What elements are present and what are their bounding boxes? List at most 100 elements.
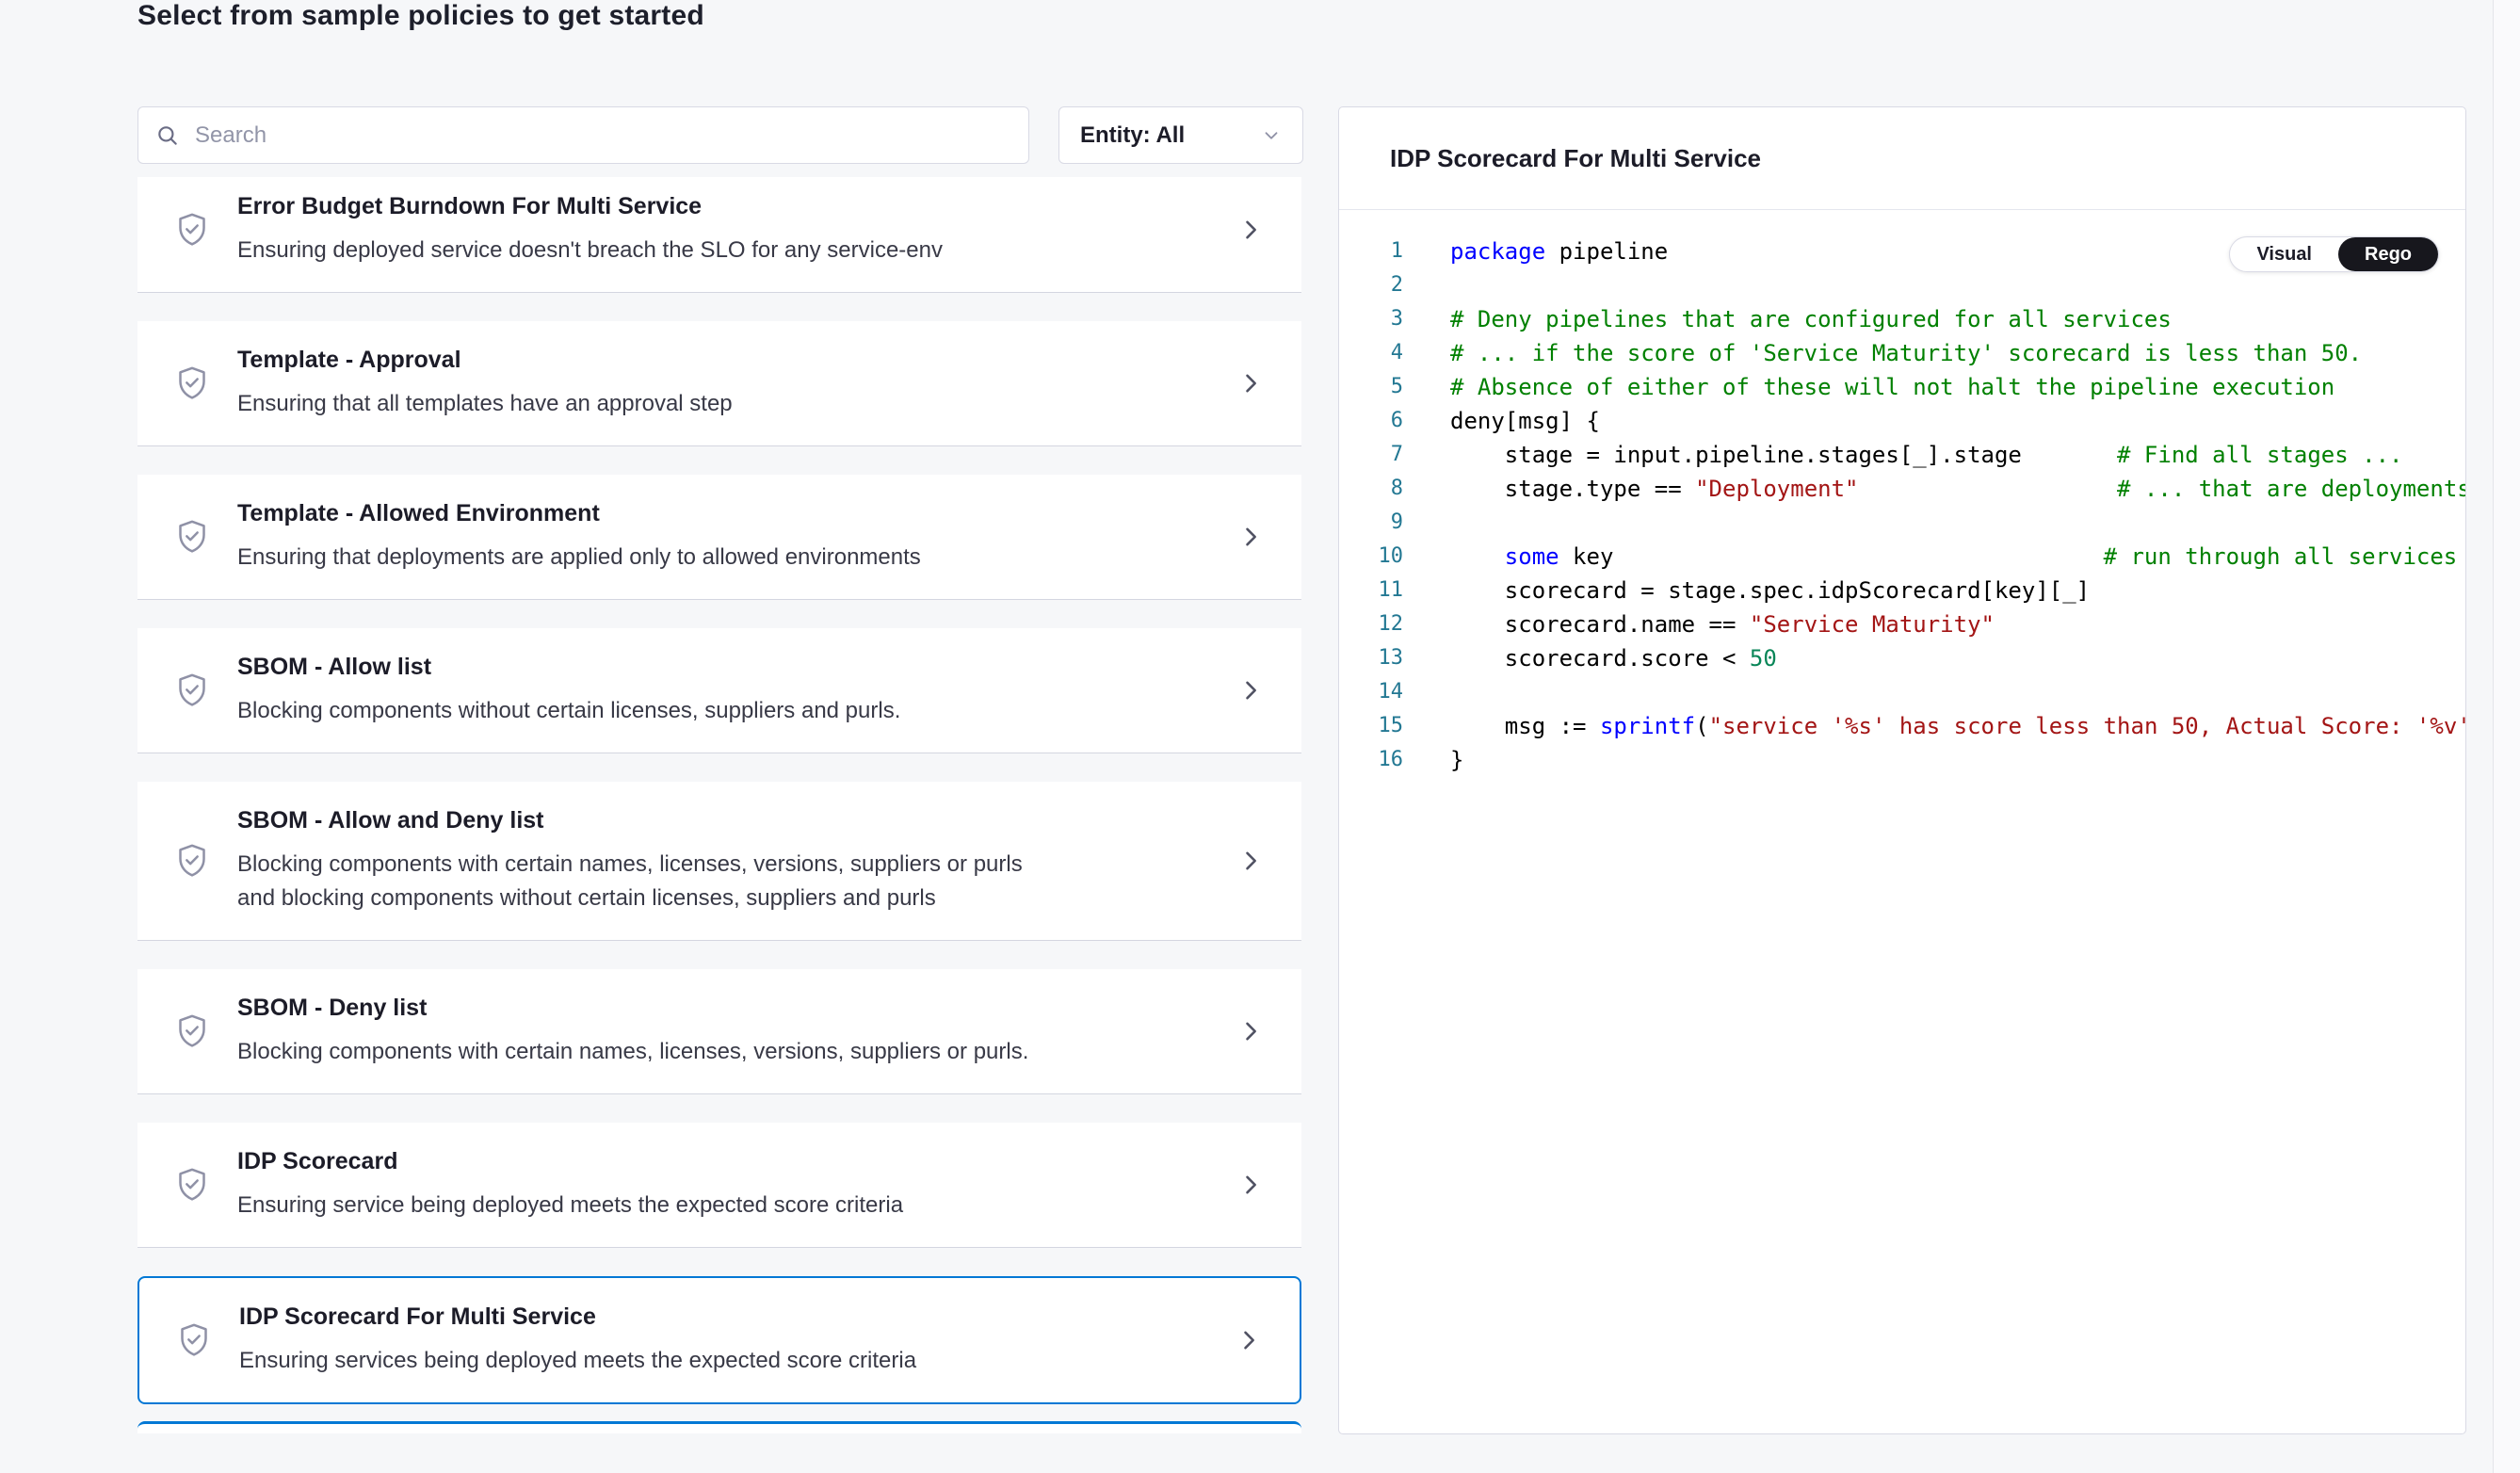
policy-description: Blocking components with certain names, … [237,1035,1028,1069]
page-scrollbar[interactable] [2493,0,2520,1473]
policy-card[interactable]: SBOM - Deny list Blocking components wit… [137,969,1301,1094]
search-box[interactable] [137,106,1029,164]
line-number: 2 [1339,268,1403,302]
code-token-string: "service '%s' has score less than 50, Ac… [1709,713,2465,739]
code-token-plain: } [1450,747,1463,773]
shield-check-icon [173,1012,211,1051]
code-line: 6deny[msg] { [1339,404,2465,438]
code-token-plain: scorecard.score < [1450,645,1750,672]
shield-check-icon [175,1320,213,1360]
code-token-plain: key [1559,543,1614,570]
line-number: 13 [1339,641,1403,675]
code-token-keyword: sprintf [1600,713,1695,739]
code-token-keyword: package [1450,238,1545,265]
code-token-string: "Deployment" [1695,476,1858,502]
toggle-rego-button[interactable]: Rego [2338,237,2438,271]
policy-description: Ensuring deployed service doesn't breach… [237,234,943,267]
code-line: 7 stage = input.pipeline.stages[_].stage… [1339,438,2465,472]
policy-title: Template - Allowed Environment [237,499,921,527]
search-icon [155,123,180,148]
code-token-plain: stage = input.pipeline.stages[_].stage [1450,442,2022,468]
policy-card-text: SBOM - Allow and Deny list Blocking comp… [237,806,1047,915]
code-line-content: msg := sprintf("service '%s' has score l… [1403,709,2465,743]
shield-check-icon [173,517,211,557]
code-line-content [1403,268,1450,302]
code-token-comment: # ... that are deployments [2117,476,2465,502]
code-token-plain [1613,543,2103,570]
code-line-content: } [1403,743,1463,777]
chevron-right-icon [1236,1327,1262,1353]
code-line-content: # Absence of either of these will not ha… [1403,370,2334,404]
code-line: 14 [1339,675,2465,709]
code-line-content: # ... if the score of 'Service Maturity'… [1403,336,2362,370]
policy-description: Ensuring that deployments are applied on… [237,541,921,575]
policy-card[interactable]: Error Budget Burndown For Multi Service … [137,177,1301,293]
policy-list: Error Budget Burndown For Multi Service … [137,177,1301,1473]
code-lines: 1package pipeline23# Deny pipelines that… [1339,235,2465,777]
chevron-right-icon [1237,524,1264,550]
shield-check-icon [173,1165,211,1205]
code-line-content: some key # run through all services [1403,540,2457,574]
policy-card-text: IDP Scorecard Ensuring service being dep… [237,1147,903,1222]
code-token-comment: # Find all stages ... [2117,442,2402,468]
code-token-plain: msg := [1450,713,1600,739]
code-token-number: 50 [1750,645,1777,672]
policy-preview-panel: IDP Scorecard For Multi Service Visual R… [1338,106,2466,1434]
code-token-plain: scorecard.name == [1450,611,1750,638]
code-line: 8 stage.type == "Deployment" # ... that … [1339,472,2465,506]
code-token-comment: # Absence of either of these will not ha… [1450,374,2334,400]
chevron-right-icon [1237,1172,1264,1198]
code-token-plain: deny[msg] { [1450,408,1600,434]
line-number: 7 [1339,438,1403,472]
toggle-visual-button[interactable]: Visual [2230,237,2338,271]
policy-card[interactable]: Template - Approval Ensuring that all te… [137,321,1301,446]
code-line-content: scorecard.score < 50 [1403,641,1777,675]
shield-check-icon [173,841,211,881]
code-line: 5# Absence of either of these will not h… [1339,370,2465,404]
policy-card[interactable]: IDP Scorecard For Multi Service Ensuring… [137,1276,1301,1404]
code-token-plain: pipeline [1545,238,1668,265]
policy-card[interactable]: IDP Scorecard Ensuring service being dep… [137,1123,1301,1248]
entity-filter-label: Entity: All [1080,122,1185,149]
code-line-content: deny[msg] { [1403,404,1600,438]
policy-description: Ensuring that all templates have an appr… [237,387,733,421]
policy-card-text: IDP Scorecard For Multi Service Ensuring… [239,1303,916,1378]
entity-filter-dropdown[interactable]: Entity: All [1058,106,1303,164]
code-line-content: package pipeline [1403,235,1668,268]
code-line-content [1403,675,1450,709]
policy-title: Template - Approval [237,346,733,374]
preview-title: IDP Scorecard For Multi Service [1390,144,1761,173]
shield-check-icon [173,364,211,403]
policy-card[interactable]: SBOM - Allow and Deny list Blocking comp… [137,782,1301,941]
code-line: 3# Deny pipelines that are configured fo… [1339,302,2465,336]
code-line: 13 scorecard.score < 50 [1339,641,2465,675]
code-line-content: stage = input.pipeline.stages[_].stage #… [1403,438,2402,472]
code-line: 16} [1339,743,2465,777]
policy-card-text: Template - Approval Ensuring that all te… [237,346,733,421]
line-number: 11 [1339,574,1403,607]
search-input[interactable] [193,121,1011,150]
code-token-plain: ( [1695,713,1708,739]
line-number: 4 [1339,336,1403,370]
shield-check-icon [173,210,211,250]
code-line: 12 scorecard.name == "Service Maturity" [1339,607,2465,641]
policy-card[interactable]: SBOM - Allow list Blocking components wi… [137,628,1301,753]
code-token-plain: stage.type == [1450,476,1695,502]
policy-card-text: SBOM - Allow list Blocking components wi… [237,653,900,728]
policy-card[interactable]: Template - Allowed Environment Ensuring … [137,475,1301,600]
policy-card-text: Error Budget Burndown For Multi Service … [237,192,943,267]
code-line: 2 [1339,268,2465,302]
code-editor[interactable]: Visual Rego 1package pipeline23# Deny pi… [1339,210,2465,1433]
policy-card-text: SBOM - Deny list Blocking components wit… [237,994,1028,1069]
code-line: 4 # ... if the score of 'Service Maturity… [1339,336,2465,370]
line-number: 15 [1339,709,1403,743]
chevron-right-icon [1237,848,1264,874]
code-line-content: scorecard.name == "Service Maturity" [1403,607,1995,641]
line-number: 14 [1339,675,1403,709]
code-line-content: scorecard = stage.spec.idpScorecard[key]… [1403,574,2090,607]
code-line-content: # Deny pipelines that are configured for… [1403,302,2172,336]
code-line: 11 scorecard = stage.spec.idpScorecard[k… [1339,574,2465,607]
line-number: 12 [1339,607,1403,641]
code-token-comment: # ... if the score of 'Service Maturity'… [1450,340,2362,366]
toolbar: Entity: All [137,106,1303,164]
